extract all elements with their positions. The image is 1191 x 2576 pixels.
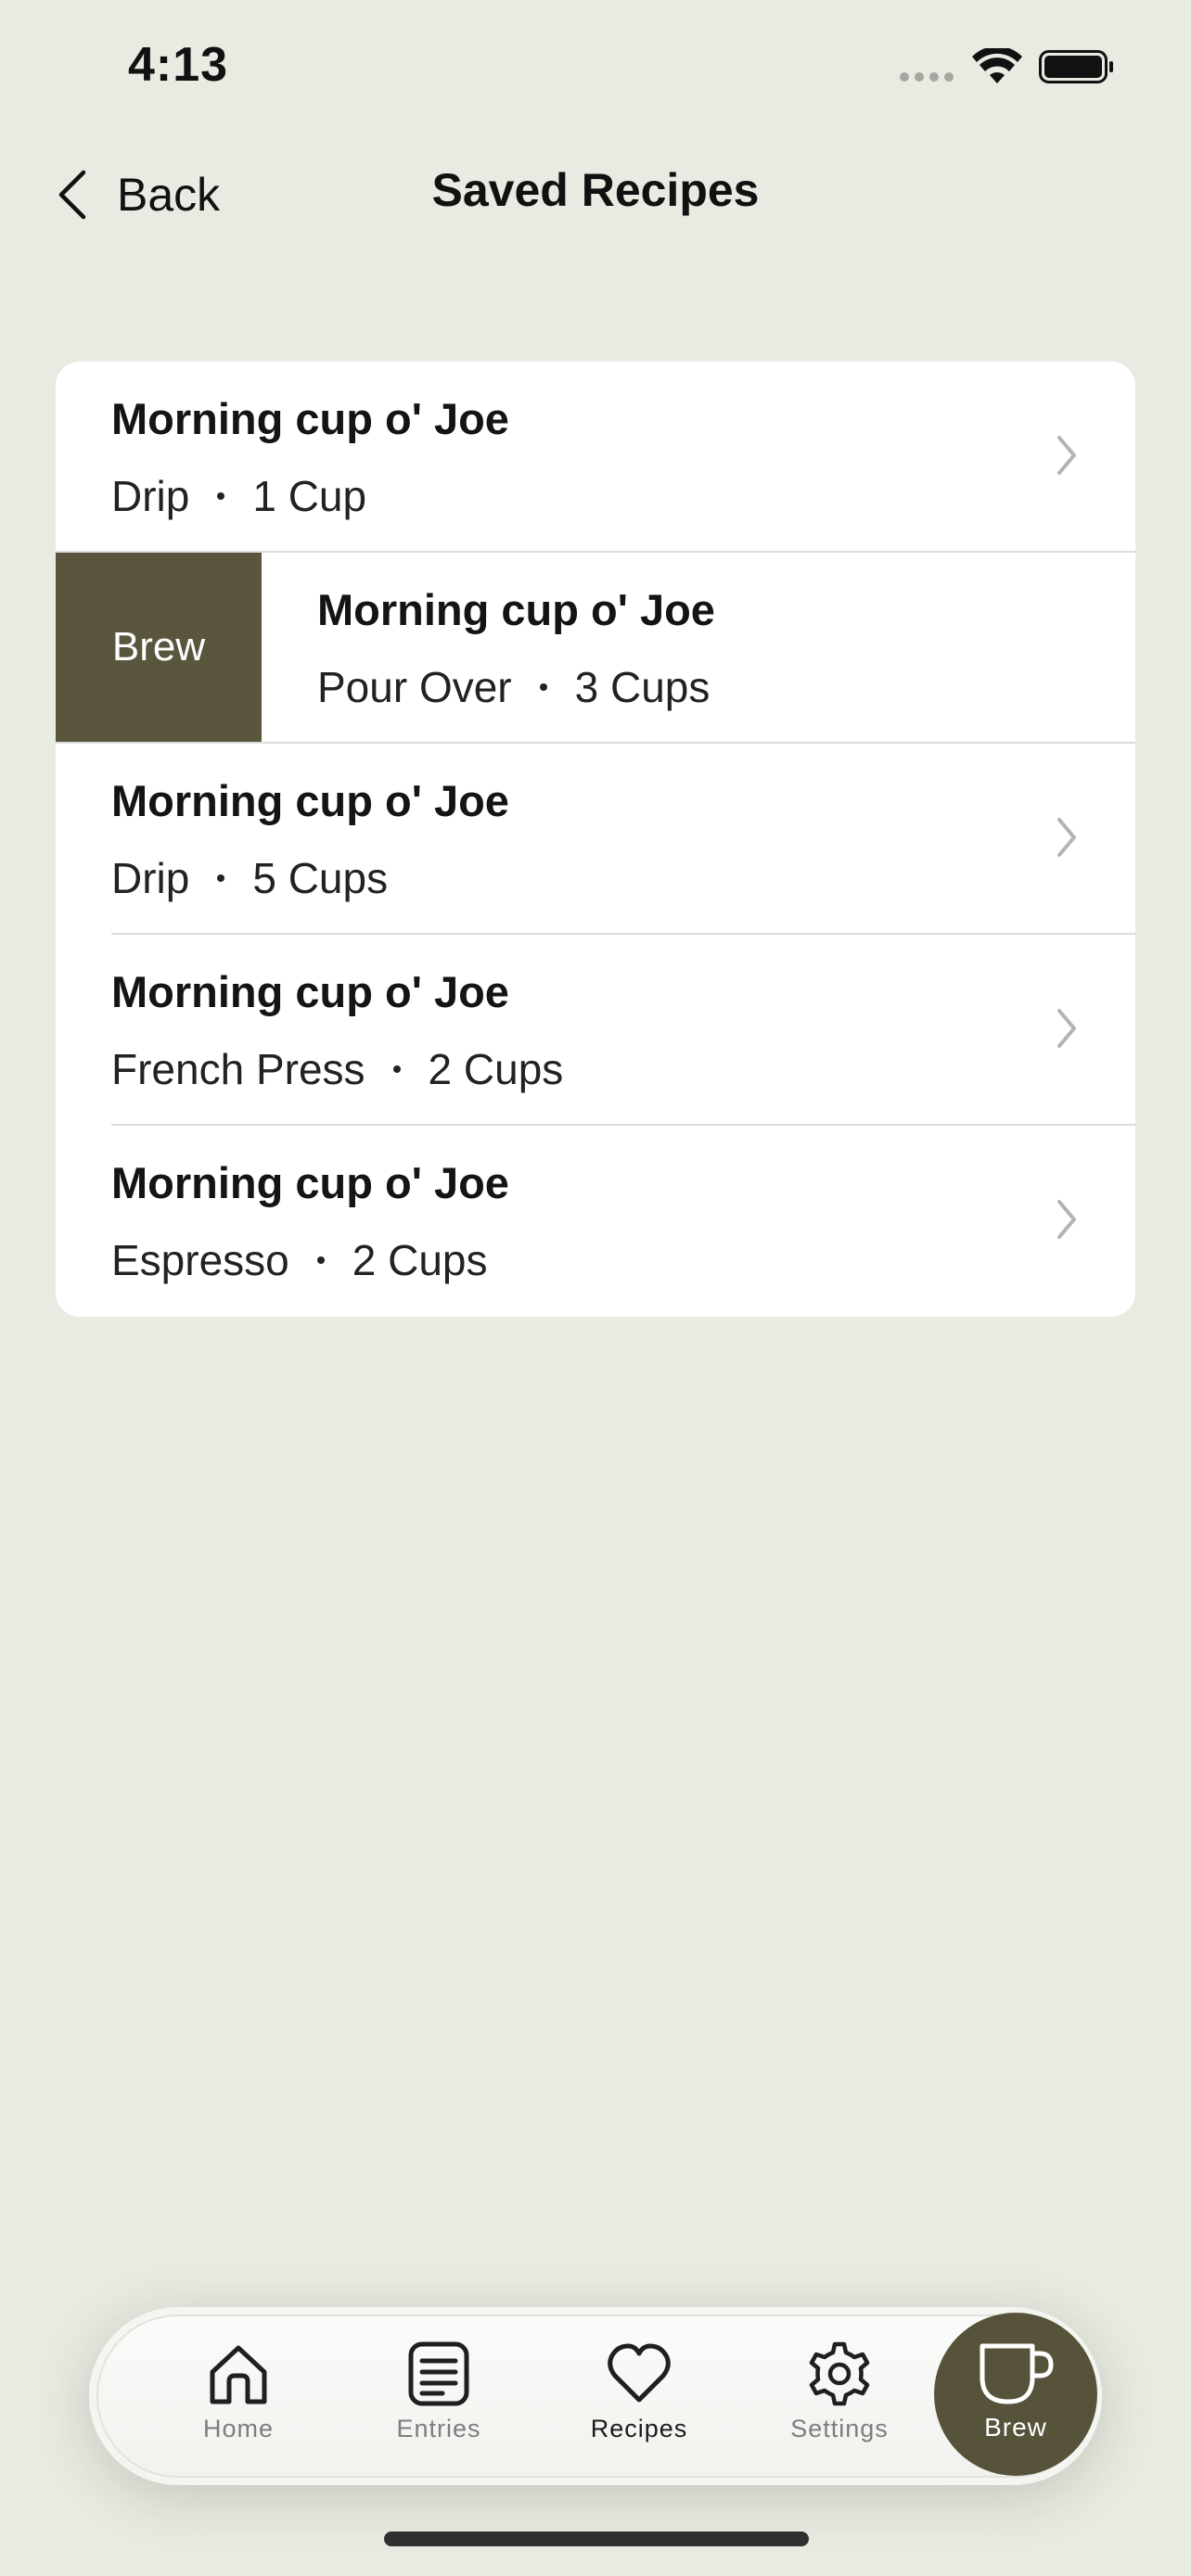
separator-dot (392, 1065, 401, 1073)
coffee-cup-icon (980, 2343, 1054, 2404)
recipe-row[interactable]: Brew Morning cup o' Joe Pour Over 3 Cups (56, 553, 1135, 744)
recipe-method: Espresso (111, 1236, 289, 1284)
tab-entries[interactable]: Entries (355, 2316, 522, 2480)
chevron-right-icon (1057, 818, 1076, 857)
wifi-icon (972, 48, 1022, 83)
navigation-bar: Back Saved Recipes (0, 148, 1191, 241)
status-time: 4:13 (128, 38, 229, 92)
recipe-details: French Press 2 Cups (111, 1044, 563, 1094)
recipe-details: Pour Over 3 Cups (317, 662, 710, 712)
recipe-cups: 1 Cup (252, 472, 367, 520)
tab-settings[interactable]: Settings (756, 2316, 923, 2480)
recipe-method: Drip (111, 472, 190, 520)
recipe-cups: 2 Cups (352, 1236, 488, 1284)
separator-dot (217, 874, 225, 882)
recipe-row[interactable]: Morning cup o' Joe French Press 2 Cups (56, 935, 1135, 1126)
brew-button-label: Brew (984, 2413, 1047, 2442)
chevron-right-icon (1057, 1009, 1076, 1048)
recipe-name: Morning cup o' Joe (317, 585, 715, 634)
tab-label: Home (202, 2415, 275, 2442)
recipe-method: French Press (111, 1045, 365, 1093)
cellular-signal-icon (900, 72, 954, 82)
tab-label: Recipes (590, 2415, 688, 2442)
brew-button[interactable]: Brew (934, 2313, 1097, 2476)
recipe-details: Drip 5 Cups (111, 853, 388, 903)
battery-icon (1039, 50, 1113, 83)
recipe-row[interactable]: Morning cup o' Joe Drip 5 Cups (56, 744, 1135, 935)
separator-dot (316, 1256, 325, 1264)
tab-recipes[interactable]: Recipes (556, 2316, 723, 2480)
recipe-cups: 5 Cups (252, 854, 389, 902)
recipe-method: Pour Over (317, 663, 512, 711)
recipe-method: Drip (111, 854, 190, 902)
tab-label: Settings (790, 2415, 889, 2442)
brew-swipe-action-button[interactable]: Brew (56, 553, 262, 742)
recipe-name: Morning cup o' Joe (111, 967, 509, 1016)
recipe-name: Morning cup o' Joe (111, 776, 509, 825)
chevron-right-icon (1057, 1200, 1076, 1239)
tab-home[interactable]: Home (155, 2316, 322, 2480)
status-bar: 4:13 (0, 0, 1191, 130)
house-icon (210, 2345, 267, 2404)
recipe-row[interactable]: Morning cup o' Joe Espresso 2 Cups (56, 1126, 1135, 1317)
page-title: Saved Recipes (431, 164, 760, 216)
separator-dot (217, 492, 225, 500)
recipe-name: Morning cup o' Joe (111, 394, 509, 443)
heart-icon (608, 2343, 671, 2403)
gear-icon (809, 2341, 870, 2406)
recipe-cups: 2 Cups (428, 1045, 564, 1093)
recipe-name: Morning cup o' Joe (111, 1158, 509, 1207)
notes-icon (408, 2341, 469, 2406)
recipe-details: Drip 1 Cup (111, 471, 366, 521)
recipe-cups: 3 Cups (574, 663, 711, 711)
recipe-row[interactable]: Morning cup o' Joe Drip 1 Cup (56, 362, 1135, 553)
separator-dot (539, 683, 547, 691)
recipe-details: Espresso 2 Cups (111, 1235, 488, 1285)
chevron-right-icon (1057, 436, 1076, 475)
home-indicator[interactable] (384, 2531, 809, 2546)
saved-recipes-list: Morning cup o' Joe Drip 1 Cup Brew Morni… (56, 362, 1135, 1317)
tab-label: Entries (396, 2415, 481, 2442)
